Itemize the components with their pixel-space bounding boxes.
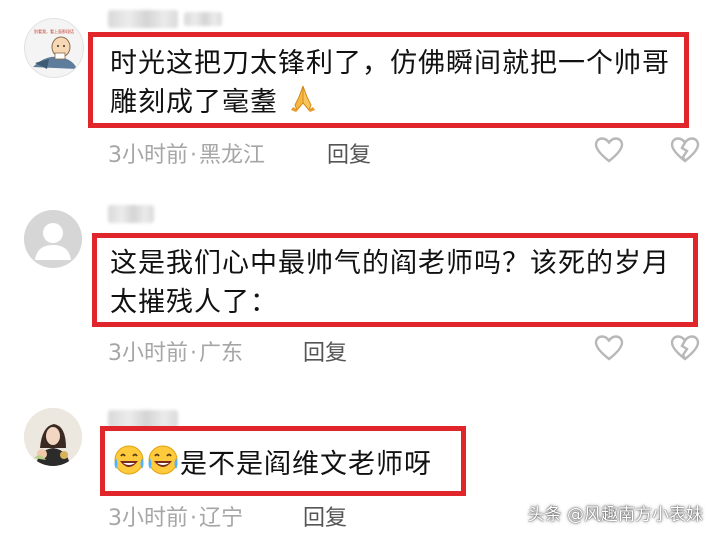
avatar-comment-3[interactable] bbox=[24, 408, 82, 466]
reply-button-1[interactable]: 回复 bbox=[327, 137, 371, 169]
reply-button-2[interactable]: 回复 bbox=[303, 335, 347, 367]
comment-time-3: 3小时前 bbox=[108, 506, 188, 531]
avatar-comment-2[interactable] bbox=[24, 210, 82, 268]
laughing-crying-emoji-icon bbox=[146, 443, 180, 488]
comment-location-3: 辽宁 bbox=[199, 506, 244, 531]
watermark: 头条 @风趣南方小表妹 bbox=[527, 505, 703, 525]
dislike-broken-heart-icon[interactable] bbox=[670, 334, 700, 362]
laughing-crying-emoji-icon bbox=[112, 443, 146, 488]
comment-text-1-line-2-text: 雕刻成了毫耋 bbox=[110, 87, 278, 118]
avatar-comment-1[interactable]: 别看我，看上面那段话 bbox=[24, 18, 84, 78]
username-comment-2[interactable] bbox=[108, 205, 154, 223]
meta-separator-2: · bbox=[190, 341, 197, 366]
like-heart-icon[interactable] bbox=[594, 136, 624, 164]
comment-location-1: 黑龙江 bbox=[199, 143, 266, 168]
like-heart-icon[interactable] bbox=[594, 334, 624, 362]
meta-separator-1: · bbox=[190, 143, 197, 168]
comment-meta-1: 3小时前·黑龙江 bbox=[108, 137, 265, 169]
comment-location-2: 广东 bbox=[199, 341, 244, 366]
reply-button-3[interactable]: 回复 bbox=[303, 500, 347, 532]
username-comment-1[interactable] bbox=[108, 10, 178, 28]
folded-hands-emoji-icon bbox=[288, 83, 318, 124]
comment-text-3-text: 是不是阎维文老师呀 bbox=[180, 449, 432, 480]
comment-text-2-line-1: 这是我们心中最帅气的阎老师吗？该死的岁月 bbox=[110, 248, 670, 279]
comment-meta-3: 3小时前·辽宁 bbox=[108, 500, 243, 532]
meta-separator-3: · bbox=[190, 506, 197, 531]
svg-text:别看我，看上面那段话: 别看我，看上面那段话 bbox=[34, 28, 74, 34]
comment-text-1-line-2: 雕刻成了毫耋 bbox=[110, 83, 318, 124]
comment-time-1: 3小时前 bbox=[108, 143, 188, 168]
comment-text-2-line-2: 太摧残人了： bbox=[110, 287, 278, 318]
default-user-icon bbox=[24, 210, 82, 268]
comment-text-3: 是不是阎维文老师呀 bbox=[112, 443, 432, 488]
comment-time-2: 3小时前 bbox=[108, 341, 188, 366]
comment-meta-2: 3小时前·广东 bbox=[108, 335, 243, 367]
dislike-broken-heart-icon[interactable] bbox=[670, 136, 700, 164]
username-comment-1-part-2 bbox=[184, 12, 222, 26]
comment-text-1-line-1: 时光这把刀太锋利了，仿佛瞬间就把一个帅哥 bbox=[110, 48, 670, 79]
photo-avatar-icon bbox=[24, 408, 82, 466]
cartoon-avatar-icon: 别看我，看上面那段话 bbox=[33, 28, 77, 69]
